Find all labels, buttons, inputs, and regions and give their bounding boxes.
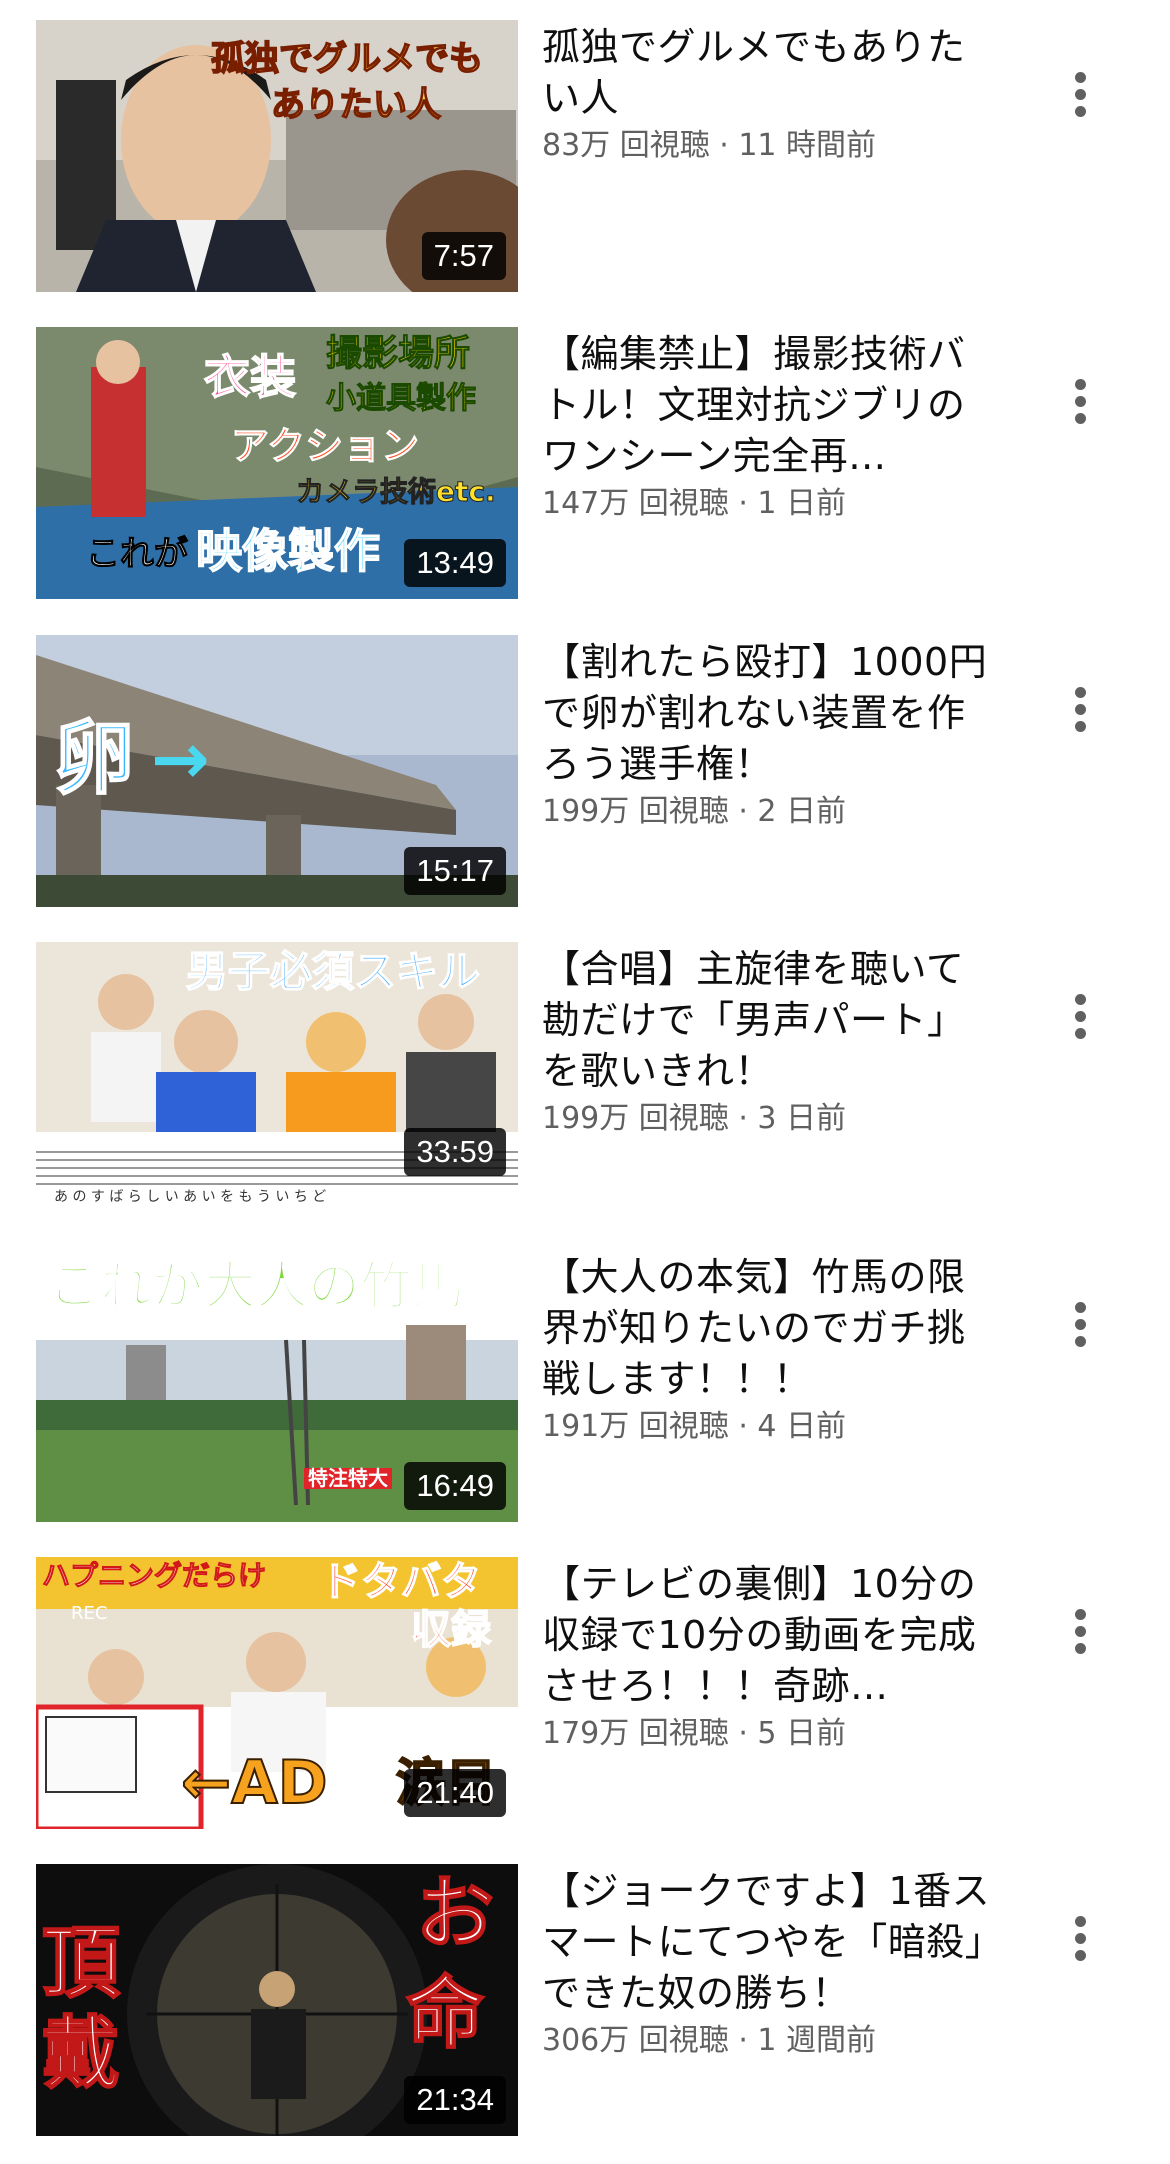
video-title[interactable]: 【テレビの裏側】10分の収録で10分の動画を完成させろ！！！奇跡… <box>542 1559 1002 1712</box>
thumbnail-caption: 男子必須スキル <box>185 947 481 996</box>
video-stats: 179万 回視聴 · 5 日前 <box>542 1714 1002 1754</box>
video-title[interactable]: 【割れたら殴打】1000円で卵が割れない装置を作ろう選手権！ <box>542 637 1002 790</box>
video-thumbnail[interactable]: 男子必須スキル あ の す ば ら し い あ い を も う い ち ど 33… <box>36 942 518 1214</box>
video-thumbnail[interactable]: 卵 → 15:17 <box>36 635 518 907</box>
thumbnail-caption: → <box>151 718 210 800</box>
thumbnail-caption: 衣装 <box>203 350 297 404</box>
video-item[interactable]: ハプニングだらけ ドタバタ 収録 REC ←AD 涙目 21:40 【テレビの裏… <box>0 1557 1170 1857</box>
more-options-icon[interactable] <box>1056 669 1104 749</box>
separator: · <box>728 1409 758 1444</box>
video-stats: 147万 回視聴 · 1 日前 <box>542 484 1002 524</box>
thumbnail-caption: 撮影場所 <box>325 333 471 374</box>
duration-badge: 33:59 <box>404 1128 506 1176</box>
view-count: 199万 回視聴 <box>542 1101 729 1136</box>
video-stats: 83万 回視聴 · 11 時間前 <box>542 126 1002 166</box>
video-item[interactable]: 頂 戴 お 命 21:34 【ジョークですよ】1番スマートにてつやを「暗殺」でき… <box>0 1864 1170 2164</box>
thumbnail-caption: 頂 <box>41 1919 121 2009</box>
thumbnail-caption: お <box>415 1869 495 1959</box>
video-title[interactable]: 【ジョークですよ】1番スマートにてつやを「暗殺」できた奴の勝ち！ <box>542 1866 1002 2019</box>
thumbnail-caption: 小道具製作 <box>326 381 477 416</box>
video-meta[interactable]: 孤独でグルメでもありたい人 83万 回視聴 · 11 時間前 <box>542 22 1002 166</box>
thumbnail-caption: ←AD <box>180 1748 329 1818</box>
separator: · <box>709 128 739 163</box>
thumbnail-caption: ありたい人 <box>270 85 442 125</box>
thumbnail-caption: 卵 <box>53 712 135 805</box>
video-thumbnail[interactable]: 衣装 撮影場所 小道具製作 アクション カメラ技術etc. これが 映像製作 1… <box>36 327 518 599</box>
thumbnail-caption: 孤独でグルメでも <box>210 39 484 79</box>
video-meta[interactable]: 【編集禁止】撮影技術バトル！文理対抗ジブリのワンシーン完全再… 147万 回視聴… <box>542 329 1002 524</box>
video-title[interactable]: 【大人の本気】竹馬の限界が知りたいのでガチ挑戦します！！！ <box>542 1252 1002 1405</box>
upload-time: 3 日前 <box>757 1101 847 1136</box>
separator: · <box>728 2023 758 2058</box>
video-thumbnail[interactable]: これが大人の竹馬 特注特大 16:49 <box>36 1250 518 1522</box>
view-count: 179万 回視聴 <box>542 1716 729 1751</box>
thumbnail-caption: 特注特大 <box>304 1468 392 1489</box>
thumbnail-caption: カメラ技術etc. <box>296 475 497 508</box>
more-options-icon[interactable] <box>1056 1898 1104 1978</box>
duration-badge: 16:49 <box>404 1462 506 1510</box>
thumbnail-caption: REC <box>71 1603 108 1624</box>
video-meta[interactable]: 【テレビの裏側】10分の収録で10分の動画を完成させろ！！！奇跡… 179万 回… <box>542 1559 1002 1754</box>
video-item[interactable]: 卵 → 15:17 【割れたら殴打】1000円で卵が割れない装置を作ろう選手権！… <box>0 635 1170 935</box>
video-stats: 306万 回視聴 · 1 週間前 <box>542 2021 1002 2061</box>
thumbnail-caption: あ の す ば ら し い あ い を も う い ち ど <box>54 1189 327 1205</box>
thumbnail-caption: 収録 <box>410 1607 492 1653</box>
separator: · <box>728 1101 758 1136</box>
video-meta[interactable]: 【割れたら殴打】1000円で卵が割れない装置を作ろう選手権！ 199万 回視聴 … <box>542 637 1002 832</box>
thumbnail-caption: アクション <box>230 424 420 468</box>
more-options-icon[interactable] <box>1056 361 1104 441</box>
duration-badge: 13:49 <box>404 539 506 587</box>
video-list: 孤独でグルメでも ありたい人 7:57 孤独でグルメでもありたい人 83万 回視… <box>0 0 1170 2140</box>
video-item[interactable]: 衣装 撮影場所 小道具製作 アクション カメラ技術etc. これが 映像製作 1… <box>0 327 1170 627</box>
video-thumbnail[interactable]: ハプニングだらけ ドタバタ 収録 REC ←AD 涙目 21:40 <box>36 1557 518 1829</box>
video-item[interactable]: 男子必須スキル あ の す ば ら し い あ い を も う い ち ど 33… <box>0 942 1170 1242</box>
thumbnail-caption: ハプニングだらけ <box>41 1559 267 1592</box>
thumbnail-caption: 戴 <box>41 2009 121 2099</box>
duration-badge: 7:57 <box>421 232 506 280</box>
video-meta[interactable]: 【合唱】主旋律を聴いて勘だけで「男声パート」を歌いきれ！ 199万 回視聴 · … <box>542 944 1002 1139</box>
upload-time: 4 日前 <box>757 1409 847 1444</box>
video-stats: 199万 回視聴 · 2 日前 <box>542 792 1002 832</box>
thumbnail-caption: 映像製作 <box>195 524 381 578</box>
separator: · <box>728 1716 758 1751</box>
upload-time: 5 日前 <box>757 1716 847 1751</box>
duration-badge: 21:34 <box>404 2076 506 2124</box>
thumbnail-caption: ドタバタ <box>320 1559 482 1605</box>
separator: · <box>728 794 758 829</box>
video-stats: 199万 回視聴 · 3 日前 <box>542 1099 1002 1139</box>
separator: · <box>728 486 758 521</box>
upload-time: 11 時間前 <box>738 128 877 163</box>
video-meta[interactable]: 【大人の本気】竹馬の限界が知りたいのでガチ挑戦します！！！ 191万 回視聴 ·… <box>542 1252 1002 1447</box>
view-count: 191万 回視聴 <box>542 1409 729 1444</box>
more-options-icon[interactable] <box>1056 1284 1104 1364</box>
video-title[interactable]: 【合唱】主旋律を聴いて勘だけで「男声パート」を歌いきれ！ <box>542 944 1002 1097</box>
thumbnail-caption: 命 <box>405 1969 485 2059</box>
thumbnail-caption: これが大人の竹馬 <box>47 1257 465 1317</box>
video-title[interactable]: 孤独でグルメでもありたい人 <box>542 22 1002 124</box>
video-thumbnail[interactable]: 頂 戴 お 命 21:34 <box>36 1864 518 2136</box>
view-count: 199万 回視聴 <box>542 794 729 829</box>
duration-badge: 21:40 <box>404 1769 506 1817</box>
more-options-icon[interactable] <box>1056 1591 1104 1671</box>
view-count: 147万 回視聴 <box>542 486 729 521</box>
video-item[interactable]: これが大人の竹馬 特注特大 16:49 【大人の本気】竹馬の限界が知りたいのでガ… <box>0 1250 1170 1550</box>
view-count: 306万 回視聴 <box>542 2023 729 2058</box>
video-stats: 191万 回視聴 · 4 日前 <box>542 1407 1002 1447</box>
upload-time: 1 週間前 <box>757 2023 877 2058</box>
video-thumbnail[interactable]: 孤独でグルメでも ありたい人 7:57 <box>36 20 518 292</box>
upload-time: 1 日前 <box>757 486 847 521</box>
video-item[interactable]: 孤独でグルメでも ありたい人 7:57 孤独でグルメでもありたい人 83万 回視… <box>0 20 1170 320</box>
upload-time: 2 日前 <box>757 794 847 829</box>
video-meta[interactable]: 【ジョークですよ】1番スマートにてつやを「暗殺」できた奴の勝ち！ 306万 回視… <box>542 1866 1002 2061</box>
duration-badge: 15:17 <box>404 847 506 895</box>
more-options-icon[interactable] <box>1056 54 1104 134</box>
video-title[interactable]: 【編集禁止】撮影技術バトル！文理対抗ジブリのワンシーン完全再… <box>542 329 1002 482</box>
more-options-icon[interactable] <box>1056 976 1104 1056</box>
thumbnail-caption: これが <box>86 534 189 574</box>
view-count: 83万 回視聴 <box>542 128 710 163</box>
